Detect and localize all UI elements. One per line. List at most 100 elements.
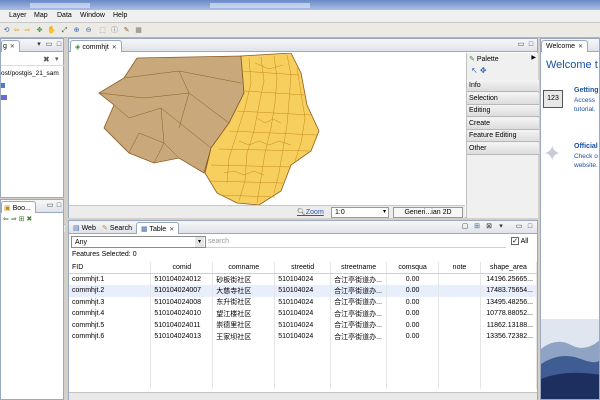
column-header-comid[interactable]: comid [150,262,214,274]
minimize-icon[interactable]: ▭ [517,41,525,49]
palette-section-selection[interactable]: Selection [467,93,539,105]
star-icon[interactable]: ✦ [543,143,561,165]
palette-section-create[interactable]: Create [467,118,539,130]
minimize-icon[interactable]: ▭ [45,41,53,49]
filter-select[interactable]: Any ▾ [71,236,206,248]
maximize-icon[interactable]: □ [526,223,534,231]
column-header-comsqua[interactable]: comsqua [386,262,440,274]
official-site-desc: Check o [574,153,598,160]
table-cell-FID: commhjt.2 [69,285,152,297]
table-row[interactable]: commhjt.3 510104024008 东升街社区 510104024 合江亭街道… [69,296,537,308]
scale-combo[interactable]: 1:0 ▾ [331,207,389,218]
zoom-extent-icon[interactable]: ⤢ [60,26,69,35]
horizontal-scrollbar[interactable] [69,392,537,400]
pan-icon[interactable]: ✥ [35,26,44,35]
minimize-icon[interactable]: ▭ [515,223,523,231]
getting-started-icon[interactable]: 123 [543,90,563,108]
chevron-right-icon[interactable]: ▶ [531,54,536,61]
empty-cell [212,377,276,389]
remove-icon[interactable]: ✖ [43,55,50,64]
table-row[interactable]: commhjt.5 510104024011 崇德里社区 510104024 合江亭街道… [69,319,537,331]
column-header-comname[interactable]: comname [212,262,276,274]
menu-bar: Layer Map Data Window Help [0,10,600,23]
tab-search[interactable]: ✎ Search [98,222,136,234]
info-icon[interactable]: ⓘ [110,26,119,35]
menu-help[interactable]: Help [113,12,127,19]
checkbox-checked-icon[interactable]: ✓ [511,237,519,245]
menu-window[interactable]: Window [80,12,105,19]
search-icon: ✎ [102,225,108,232]
palette-section-info[interactable]: Info [467,80,539,92]
menu-data[interactable]: Data [57,12,72,19]
maximize-icon[interactable]: □ [55,202,63,210]
table-cell-shape_area: 10778.88052... [480,308,537,320]
map-canvas[interactable] [69,53,465,205]
close-icon[interactable]: ✕ [112,45,117,51]
tree-node-icon[interactable] [1,83,5,88]
column-header-shape_area[interactable]: shape_area [480,262,537,274]
table-cell-comid: 510104024011 [150,319,214,331]
measure-icon[interactable]: ▦ [134,26,143,35]
close-icon[interactable]: ✕ [10,44,15,50]
welcome-tab[interactable]: Welcome ✕ [541,40,589,52]
catalog-tab[interactable]: g ✕ [1,40,20,52]
hand-icon[interactable]: ✋ [47,26,56,35]
tree-node-icon[interactable] [1,95,7,100]
edit-icon[interactable]: ✎ [122,26,131,35]
forward-arrow-icon[interactable]: ⇨ [23,26,32,35]
table-row[interactable]: commhjt.1 510104024012 砂板街社区 510104024 合江亭街道… [69,273,537,285]
getting-started-link[interactable]: Getting [574,87,599,94]
column-header-FID[interactable]: FID [69,262,152,274]
empty-cell [274,342,332,354]
window-title-bar [0,0,600,10]
empty-cell [69,354,152,366]
table-cell-note [438,319,481,331]
table-row[interactable]: commhjt.6 510104024013 王家坝社区 510104024 合江亭街道… [69,331,537,343]
column-header-streetid[interactable]: streetid [274,262,332,274]
table-cell-shape_area: 13495.48256... [480,296,537,308]
select-icon[interactable]: ⬚ [98,26,107,35]
all-checkbox-group[interactable]: ✓ All [511,237,528,245]
palette-tool-icons[interactable]: ↖ ✥ [471,66,487,75]
minimize-icon[interactable]: ▭ [46,202,54,210]
catalog-path[interactable]: ost/postgis_21_sam [1,70,59,77]
menu-map[interactable]: Map [34,12,48,19]
table-cell-comsqua: 0.00 [386,296,440,308]
official-site-link[interactable]: Official [574,143,598,150]
bookmarks-tab[interactable]: ▣ Boo... [1,201,36,213]
maximize-icon[interactable]: □ [527,41,535,49]
close-icon[interactable]: ✕ [578,44,583,50]
tab-table[interactable]: ▦ Table ✕ [136,222,180,234]
back-arrow-icon[interactable]: ⇦ [12,26,21,35]
close-icon[interactable]: ✕ [169,227,174,233]
zoom-link[interactable]: 🔍︎Zoom [297,208,324,216]
filter-icon[interactable]: ⊠ [485,223,493,231]
zoom-selection-icon[interactable]: ⊞ [473,223,481,231]
menu-layer[interactable]: Layer [9,12,27,19]
bookmarks-toolbar-icons[interactable]: ⇐ ⇒ ⊞ ✖ [3,215,32,223]
search-input[interactable]: search [206,236,506,248]
map-tab[interactable]: ◈ commhjt ✕ [70,40,122,52]
zoom-in-icon[interactable]: ⊕ [72,26,81,35]
view-toggle-icon[interactable]: ▢ [461,223,469,231]
column-header-streetname[interactable]: streetname [330,262,388,274]
view-menu-icon[interactable]: ▾ [55,55,59,63]
search-placeholder: search [208,238,230,245]
maximize-icon[interactable]: □ [55,41,63,49]
tab-web[interactable]: ▤ Web [69,222,100,234]
view-menu-icon[interactable]: ▾ [497,223,505,231]
table-cell-shape_area: 11862.13188... [480,319,537,331]
palette-section-other[interactable]: Other [467,143,539,155]
table-row[interactable]: commhjt.4 510104024010 望江楼社区 510104024 合江亭街道… [69,308,537,320]
palette-section-feature-editing[interactable]: Feature Editing [467,130,539,142]
column-header-note[interactable]: note [438,262,481,274]
window-menu-icon[interactable]: ▾ [35,41,43,49]
scale-value: 1:0 [335,209,345,216]
zoom-out-icon[interactable]: ⊖ [84,26,93,35]
crs-button[interactable]: Generi...ian 2D [393,207,463,218]
table-row[interactable]: commhjt.2 510104024007 大慈寺社区 510104024 合江亭街道… [69,285,537,297]
table-cell-note [438,273,481,285]
refresh-icon[interactable]: ⟲ [2,26,11,35]
empty-cell [69,377,152,389]
palette-section-editing[interactable]: Editing [467,105,539,117]
